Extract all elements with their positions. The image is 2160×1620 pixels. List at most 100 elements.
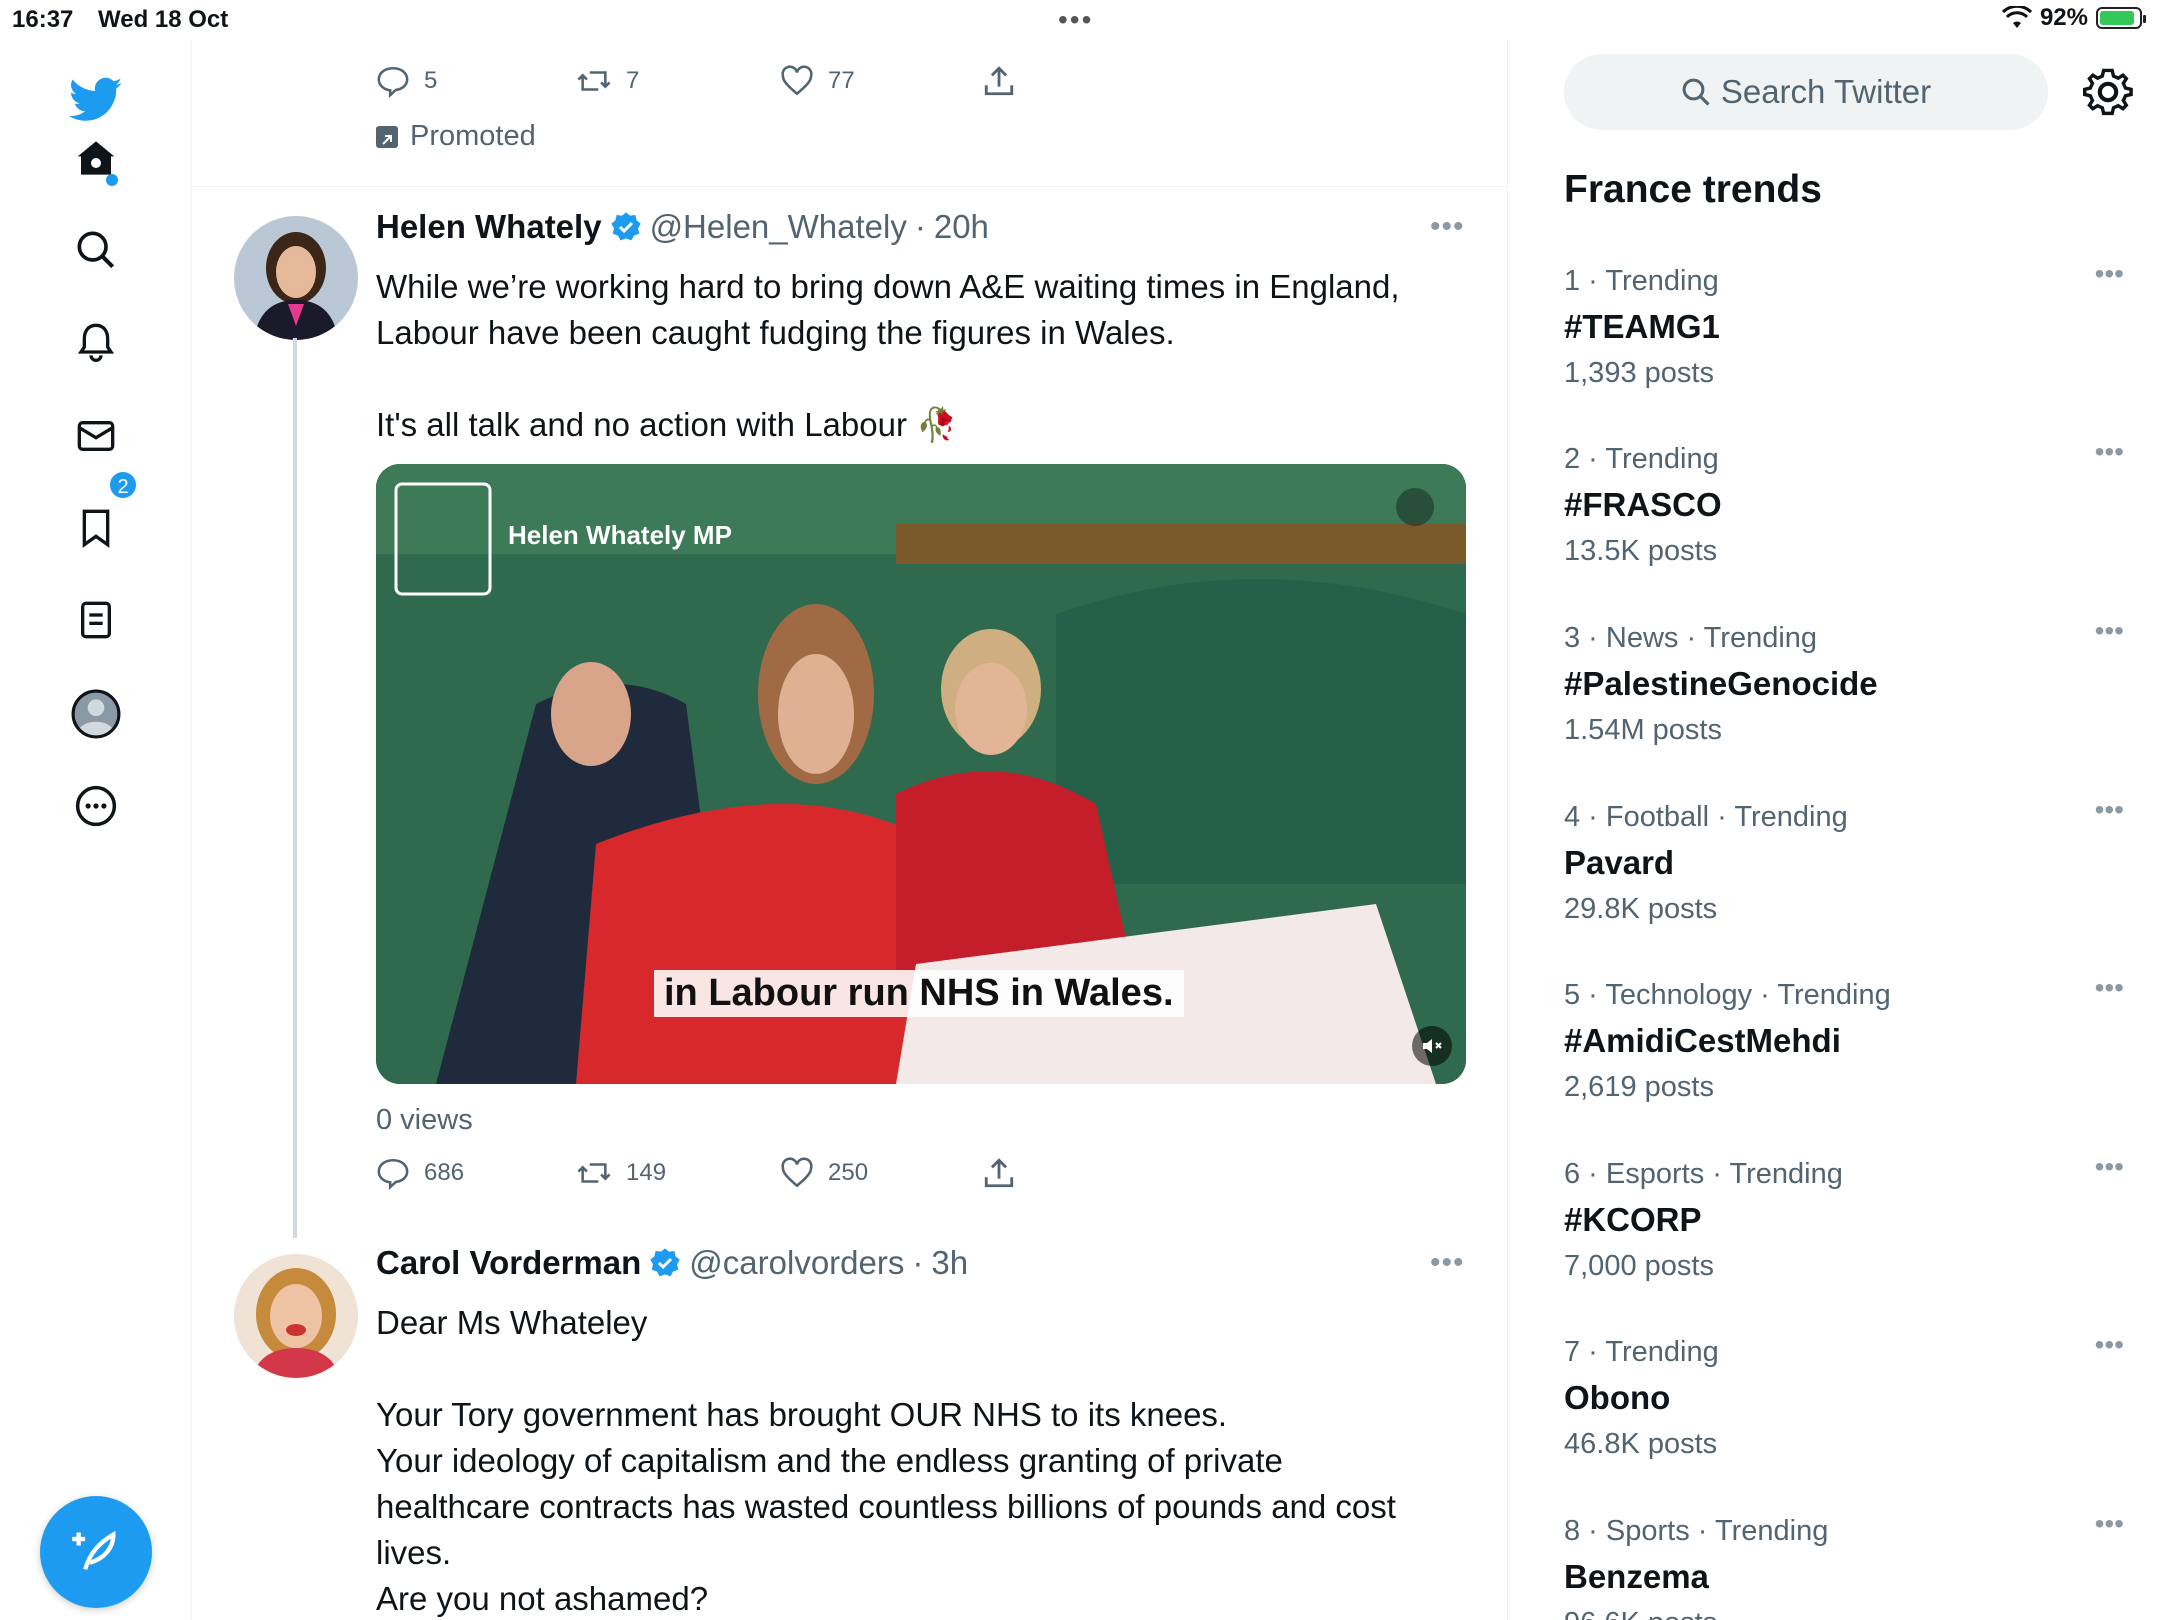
trend-item[interactable]: 3 · News · Trending #PalestineGenocide 1…: [1564, 615, 2124, 753]
right-sidebar: Search Twitter France trends 1 · Trendin…: [1508, 40, 2160, 1620]
nav-messages[interactable]: [66, 406, 126, 466]
like-count: 250: [828, 1159, 869, 1186]
trend-meta: 7 · Trending: [1564, 1336, 1719, 1368]
reply-count: 5: [424, 67, 438, 94]
trend-more-icon[interactable]: •••: [2095, 1329, 2124, 1361]
heart-icon: [781, 1157, 813, 1188]
trend-item[interactable]: 2 · Trending #FRASCO 13.5K posts •••: [1564, 436, 2124, 574]
multitask-dots-icon[interactable]: •••: [1058, 4, 1093, 36]
trend-item[interactable]: 1 · Trending #TEAMG1 1,393 posts •••: [1564, 258, 2124, 396]
list-icon: [81, 601, 111, 639]
trend-item[interactable]: 5 · Technology · Trending #AmidiCestMehd…: [1564, 972, 2124, 1110]
reply-count: 686: [424, 1159, 465, 1186]
nav-lists[interactable]: [66, 590, 126, 650]
twitter-logo-icon[interactable]: [66, 70, 126, 130]
author-handle[interactable]: @carolvorders: [689, 1244, 904, 1282]
tweet-header: Helen Whately @Helen_Whately · 20h: [376, 208, 989, 246]
tweet-text-line: Are you not ashamed?: [376, 1580, 709, 1617]
tweet-time[interactable]: 20h: [934, 208, 989, 246]
trend-more-icon[interactable]: •••: [2095, 1151, 2124, 1183]
tweet-divider: [192, 186, 1507, 187]
tweet-text-line: Your ideology of capitalism and the endl…: [376, 1442, 1283, 1479]
trend-more-icon[interactable]: •••: [2095, 1508, 2124, 1540]
trend-more-icon[interactable]: •••: [2095, 436, 2124, 468]
share-button[interactable]: [982, 1156, 1016, 1190]
retweet-button[interactable]: 7: [576, 64, 780, 98]
video-speaker-label: Helen Whately MP: [508, 520, 732, 550]
feather-plus-icon: [72, 1530, 116, 1570]
wifi-icon: [2001, 6, 2032, 28]
retweet-count: 7: [626, 67, 640, 94]
trend-more-icon[interactable]: •••: [2095, 794, 2124, 826]
trend-more-icon[interactable]: •••: [2095, 615, 2124, 647]
reply-icon: [377, 1158, 409, 1190]
trend-name: Benzema: [1564, 1558, 1709, 1595]
promoted-label: Promoted: [376, 120, 536, 153]
trend-more-icon[interactable]: •••: [2095, 972, 2124, 1004]
tweet-text-line: lives.: [376, 1534, 452, 1571]
search-icon: [77, 231, 115, 269]
trend-meta: 2 · Trending: [1564, 443, 1719, 475]
carol-vorderman-avatar[interactable]: [234, 1254, 358, 1378]
left-nav: 2: [0, 40, 192, 1620]
nav-profile[interactable]: [66, 684, 126, 744]
tweet-text-line: It's all talk and no action with Labour …: [376, 406, 958, 443]
search-input[interactable]: Search Twitter: [1564, 54, 2048, 130]
reply-button[interactable]: 5: [376, 64, 576, 98]
trend-post-count: 96.6K posts: [1564, 1600, 2124, 1620]
like-button[interactable]: 77: [780, 64, 982, 98]
battery-percent: 92%: [2039, 4, 2088, 31]
verified-badge-icon: [610, 212, 641, 241]
share-button[interactable]: [982, 64, 1016, 98]
notifications-badge: 2: [108, 470, 138, 500]
more-circle-icon: [75, 785, 117, 827]
author-name[interactable]: Carol Vorderman: [376, 1244, 641, 1282]
dot-separator: ·: [914, 208, 926, 245]
author-name[interactable]: Helen Whately: [376, 208, 602, 246]
nav-more[interactable]: [66, 776, 126, 836]
trend-post-count: 29.8K posts: [1564, 893, 1718, 925]
tweet-video[interactable]: Helen Whately MP in Labour run NHS in Wa…: [376, 464, 1466, 1084]
trend-name: #TEAMG1: [1564, 308, 1720, 345]
trend-more-icon[interactable]: •••: [2095, 258, 2124, 290]
author-handle[interactable]: @Helen_Whately: [650, 208, 907, 246]
search-placeholder: Search Twitter: [1720, 73, 1932, 110]
trend-item[interactable]: 6 · Esports · Trending #KCORP 7,000 post…: [1564, 1151, 2124, 1289]
nav-notifications[interactable]: [66, 312, 126, 372]
trend-meta: 5 · Technology · Trending: [1564, 979, 1891, 1011]
reply-icon: [377, 66, 409, 98]
trend-name: Pavard: [1564, 844, 1675, 881]
trend-item[interactable]: 4 · Football · Trending Pavard 29.8K pos…: [1564, 794, 2124, 932]
like-count: 77: [828, 67, 855, 94]
trend-meta: 6 · Esports · Trending: [1564, 1158, 1843, 1190]
share-icon: [984, 1158, 1014, 1188]
promoted-icon: [376, 125, 398, 148]
helen-whately-avatar[interactable]: [234, 216, 358, 340]
trend-item[interactable]: 7 · Trending Obono 46.8K posts •••: [1564, 1329, 2124, 1467]
tweet-time[interactable]: 3h: [931, 1244, 968, 1282]
promoted-tweet-actions: 5 7 77: [376, 64, 1016, 98]
trend-post-count: 2,619 posts: [1564, 1071, 1714, 1103]
retweet-button[interactable]: 149: [576, 1156, 780, 1190]
settings-button[interactable]: [2080, 64, 2136, 120]
trend-name: #AmidiCestMehdi: [1564, 1022, 1841, 1059]
nav-explore[interactable]: [66, 220, 126, 280]
like-button[interactable]: 250: [780, 1156, 982, 1190]
nav-bookmarks[interactable]: [66, 498, 126, 558]
trend-post-count: 13.5K posts: [1564, 535, 1718, 567]
tweet-text-line: Dear Ms Whateley: [376, 1304, 648, 1341]
speaker-muted-icon: [1423, 1039, 1442, 1053]
tweet-more-icon[interactable]: •••: [1430, 210, 1465, 244]
compose-tweet-button[interactable]: [40, 1496, 152, 1608]
trend-item[interactable]: 8 · Sports · Trending Benzema 96.6K post…: [1564, 1508, 2124, 1620]
mute-toggle[interactable]: [1412, 1026, 1452, 1066]
reply-button[interactable]: 686: [376, 1156, 576, 1190]
status-bar: 16:37 Wed 18 Oct ••• 92%: [0, 0, 2160, 40]
tweet-text-line: healthcare contracts has wasted countles…: [376, 1488, 1396, 1525]
home-icon: [77, 141, 115, 175]
trend-post-count: 1,393 posts: [1564, 357, 1714, 389]
home-notification-dot: [106, 174, 118, 186]
trends-title: France trends: [1564, 168, 1822, 211]
video-caption: in Labour run NHS in Wales.: [654, 970, 1184, 1017]
tweet-more-icon[interactable]: •••: [1430, 1246, 1465, 1280]
